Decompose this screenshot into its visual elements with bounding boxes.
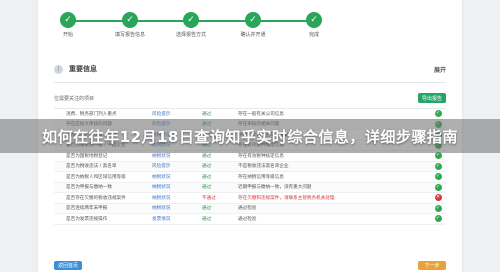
table-row: 是否存在欠缴的税收违规案件 纳税状况 不通过 存在欠缴和违规案件，请联系主管税务… bbox=[54, 193, 446, 204]
check-icon: ✓ bbox=[245, 12, 261, 28]
row-item: 是否存在欠缴的税收违规案件 bbox=[66, 195, 126, 201]
row-status: 通过 bbox=[202, 153, 212, 159]
row-item: 是否连续两年未申报 bbox=[66, 206, 108, 212]
expand-link[interactable]: 展开 bbox=[434, 65, 446, 74]
row-category-link[interactable]: 纳税状况 bbox=[152, 195, 202, 201]
important-info-header: i 重要信息 展开 bbox=[54, 62, 446, 76]
row-category-link[interactable]: 纳税状况 bbox=[152, 153, 202, 159]
check-icon: ✓ bbox=[183, 12, 199, 28]
step-label: 完成 bbox=[308, 32, 319, 38]
row-status: 通过 bbox=[202, 216, 212, 222]
row-detail: 存在欠缴和违规案件，请联系主管税务机关处理 bbox=[238, 195, 335, 201]
table-toolbar: 位需要关注的项目 导出报告 bbox=[54, 92, 446, 104]
row-item: 是否为国税地税登记 bbox=[66, 153, 108, 159]
row-status: 通过 bbox=[202, 206, 212, 212]
row-item: 消费、税务部门列入重点 bbox=[66, 111, 117, 117]
row-item: 是否为税收违法 / 黑名单 bbox=[66, 164, 117, 170]
row-status: 通过 bbox=[202, 164, 212, 170]
row-category-link[interactable]: 风险提示 bbox=[152, 111, 202, 117]
row-detail: 存在有效税种核定信息 bbox=[238, 153, 284, 159]
row-status: 不通过 bbox=[202, 195, 216, 201]
section-title: 重要信息 bbox=[69, 65, 97, 73]
row-category-link[interactable]: 风险提示 bbox=[152, 163, 202, 169]
step-label: 开始 bbox=[62, 32, 73, 38]
table-row: 是否为税收违法 / 黑名单 风险提示 通过 不是税收违法黑名单企业 ✓ bbox=[54, 161, 446, 172]
check-icon: ✓ bbox=[60, 12, 76, 28]
step-label: 选择报告方式 bbox=[175, 32, 206, 38]
step-fill-info: ✓ 填写报告信息 bbox=[95, 12, 165, 38]
table-row: 消费、税务部门列入重点 风险提示 通过 存在一般有关公司信息 ✓ bbox=[54, 109, 446, 120]
export-report-button[interactable]: 导出报告 bbox=[418, 93, 446, 103]
step-label: 填写报告信息 bbox=[114, 32, 145, 38]
title-overlay-banner: 如何在往年12月18日查询知乎实时综合信息，详细步骤指南 bbox=[0, 119, 500, 153]
row-detail: 不是税收违法黑名单企业 bbox=[238, 164, 289, 170]
check-circle-icon: ✓ bbox=[434, 215, 442, 223]
row-status: 通过 bbox=[202, 111, 212, 117]
step-done: ✓ 完成 bbox=[279, 12, 349, 38]
check-icon: ✓ bbox=[306, 12, 322, 28]
row-category-link[interactable]: 纳税状况 bbox=[152, 174, 202, 180]
row-item: 是否为发票违规操作 bbox=[66, 216, 108, 222]
row-detail: 存在一般有关公司信息 bbox=[238, 111, 284, 117]
row-item: 是否为纳税人和区域信用等级 bbox=[66, 174, 126, 180]
attention-count-label: 位需要关注的项目 bbox=[54, 95, 95, 102]
row-status: 通过 bbox=[202, 174, 212, 180]
step-label: 确认并开通 bbox=[240, 32, 266, 38]
overlay-title: 如何在往年12月18日查询知乎实时综合信息，详细步骤指南 bbox=[42, 127, 458, 146]
table-row: 是否为申报与缴纳一致 纳税状况 通过 近期申报与缴纳一致，没有重大问题 ✓ bbox=[54, 182, 446, 193]
row-detail: 通过检验 bbox=[238, 216, 257, 222]
row-detail: 通过检验 bbox=[238, 206, 257, 212]
row-detail: 存在纳税信用等级信息 bbox=[238, 174, 284, 180]
row-category-link[interactable]: 发票情况 bbox=[152, 216, 202, 222]
table-row: 是否为纳税人和区域信用等级 纳税状况 通过 存在纳税信用等级信息 ✓ bbox=[54, 172, 446, 183]
progress-stepper: ✓ 开始 ✓ 填写报告信息 ✓ 选择报告方式 ✓ 确认并开通 ✓ 完成 bbox=[38, 0, 462, 44]
x-circle-icon: ✕ bbox=[434, 194, 442, 202]
row-status: 通过 bbox=[202, 185, 212, 191]
row-category-link[interactable]: 纳税状况 bbox=[152, 205, 202, 211]
check-circle-icon: ✓ bbox=[434, 183, 442, 191]
back-home-button[interactable]: 返回首页 bbox=[54, 261, 82, 270]
step-confirm: ✓ 确认并开通 bbox=[218, 12, 288, 38]
check-icon: ✓ bbox=[122, 12, 138, 28]
table-row: 是否连续两年未申报 纳税状况 通过 通过检验 ✓ bbox=[54, 203, 446, 214]
check-circle-icon: ✓ bbox=[434, 173, 442, 181]
check-circle-icon: ✓ bbox=[434, 110, 442, 118]
row-item: 是否为申报与缴纳一致 bbox=[66, 185, 112, 191]
next-step-button[interactable]: 下一步 bbox=[418, 261, 446, 270]
divider bbox=[54, 82, 446, 83]
row-detail: 近期申报与缴纳一致，没有重大问题 bbox=[238, 185, 312, 191]
check-circle-icon: ✓ bbox=[434, 162, 442, 170]
info-icon: i bbox=[54, 64, 63, 74]
step-select-method: ✓ 选择报告方式 bbox=[156, 12, 226, 38]
row-category-link[interactable]: 纳税状况 bbox=[152, 184, 202, 190]
check-circle-icon: ✓ bbox=[434, 152, 442, 160]
table-row: 是否为发票违规操作 发票情况 通过 通过检验 ✓ bbox=[54, 214, 446, 225]
step-start: ✓ 开始 bbox=[33, 12, 103, 38]
check-circle-icon: ✓ bbox=[434, 204, 442, 212]
